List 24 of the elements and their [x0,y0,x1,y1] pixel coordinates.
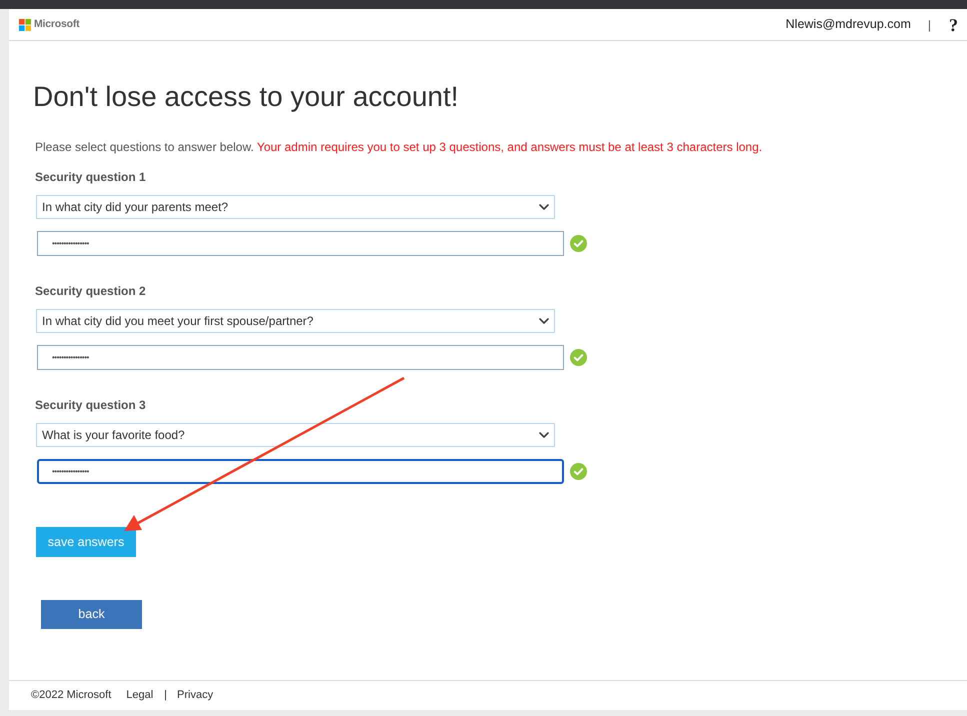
page-title: Don't lose access to your account! [33,81,459,113]
four-squares-logo-icon [19,18,31,30]
user-email[interactable]: Nlewis@mdrevup.com [786,15,911,34]
chevron-down-icon [539,318,549,324]
question-select[interactable]: What is your favorite food? [36,423,555,447]
question-select[interactable]: In what city did you meet your first spouse/partner? [36,309,555,333]
footer-separator: | [164,688,168,704]
answer-field[interactable]: •••••••••••••••• [37,345,564,370]
answer-field[interactable]: •••••••••••••••• [37,231,564,256]
instructions-text: Please select questions to answer below. Your admin requires you to set up 3 questions, and answers must be at least 3 characters long. [35,140,762,154]
question-label: Security question 2 [35,284,146,298]
footer-link[interactable]: Legal [126,687,154,704]
brand-name: Microsoft [34,16,80,32]
answer-field[interactable]: •••••••••••••••• [37,459,564,484]
question-select[interactable]: In what city did your parents meet? [36,195,555,219]
question-label: Security question 3 [35,398,146,412]
question-label: Security question 1 [35,170,146,184]
footer-link[interactable]: Privacy [177,687,214,704]
chevron-down-icon [539,204,549,210]
back-button[interactable]: back [41,600,142,629]
copyright-text: ©2022 Microsoft [31,688,112,704]
chevron-down-icon [539,432,549,438]
header-separator: | [928,16,931,34]
help-button[interactable]: ? [949,16,958,34]
